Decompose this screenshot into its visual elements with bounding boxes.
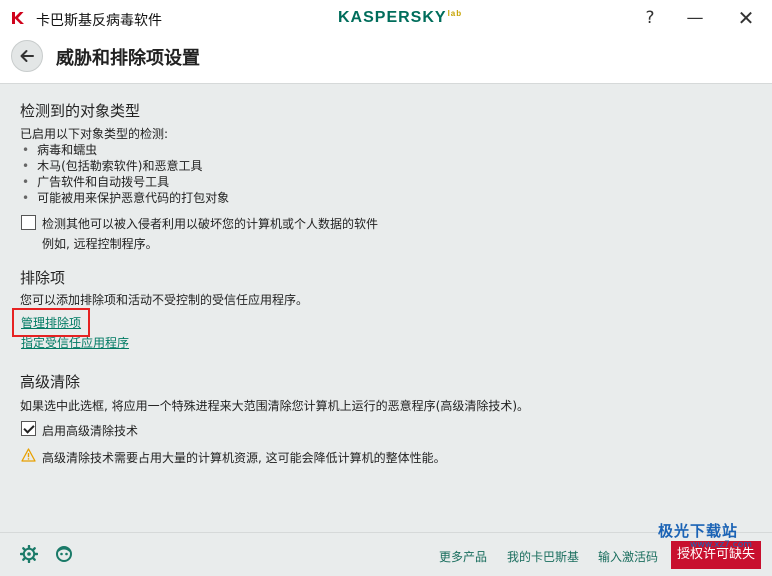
advanced-disinfection-label[interactable]: 启用高级清除技术 xyxy=(42,422,138,439)
warning-icon xyxy=(21,448,36,462)
page-header: 威胁和排除项设置 xyxy=(0,36,772,84)
watermark-text: 极光下载站 xyxy=(658,522,739,540)
detected-types-title: 检测到的对象类型 xyxy=(20,102,141,120)
detect-other-software-checkbox[interactable] xyxy=(21,215,36,230)
back-button[interactable] xyxy=(11,40,43,72)
advanced-description: 如果选中此选框, 将应用一个特殊进程来大范围清除您计算机上运行的恶意程序(高级清… xyxy=(20,399,529,413)
list-item: 可能被用来保护恶意代码的打包对象 xyxy=(22,189,229,206)
detect-other-software-example: 例如, 远程控制程序。 xyxy=(42,237,158,251)
minimize-button[interactable]: — xyxy=(680,4,710,32)
app-title: 卡巴斯基反病毒软件 xyxy=(36,13,162,29)
detect-other-software-label[interactable]: 检测其他可以被入侵者利用以破坏您的计算机或个人数据的软件 xyxy=(42,215,378,232)
list-item: 广告软件和自动拨号工具 xyxy=(22,173,169,190)
watermark-url: www.xz7.com xyxy=(690,540,752,550)
advanced-warning: 高级清除技术需要占用大量的计算机资源, 这可能会降低计算机的整体性能。 xyxy=(42,451,446,465)
kaspersky-logo-icon xyxy=(12,12,24,24)
exclusions-description: 您可以添加排除项和活动不受控制的受信任应用程序。 xyxy=(20,293,309,307)
close-button[interactable]: ✕ xyxy=(731,4,761,32)
settings-content: 检测到的对象类型 已启用以下对象类型的检测: 病毒和蠕虫 木马(包括勒索软件)和… xyxy=(0,84,772,524)
more-products-link[interactable]: 更多产品 xyxy=(439,548,487,565)
exclusions-title: 排除项 xyxy=(20,269,66,287)
highlight-box xyxy=(12,308,90,337)
brand-logo: KASPERSKYlab xyxy=(338,9,463,26)
gear-icon[interactable] xyxy=(20,545,38,563)
footer: 更多产品 我的卡巴斯基 输入激活码 授权许可缺失 xyxy=(0,532,772,576)
my-kaspersky-link[interactable]: 我的卡巴斯基 xyxy=(507,548,579,565)
page-title: 威胁和排除项设置 xyxy=(56,48,200,69)
advanced-disinfection-checkbox[interactable] xyxy=(21,421,36,436)
list-item: 木马(包括勒索软件)和恶意工具 xyxy=(22,157,202,174)
list-item: 病毒和蠕虫 xyxy=(22,141,97,158)
detected-types-intro: 已启用以下对象类型的检测: xyxy=(20,127,169,141)
support-icon[interactable] xyxy=(55,545,73,563)
advanced-title: 高级清除 xyxy=(20,373,81,391)
enter-activation-code-link[interactable]: 输入激活码 xyxy=(598,548,658,565)
help-button[interactable]: ? xyxy=(635,4,665,32)
title-bar: 卡巴斯基反病毒软件 KASPERSKYlab ? — ✕ xyxy=(0,0,772,36)
trusted-applications-link[interactable]: 指定受信任应用程序 xyxy=(21,334,129,351)
arrow-left-icon xyxy=(20,50,34,62)
